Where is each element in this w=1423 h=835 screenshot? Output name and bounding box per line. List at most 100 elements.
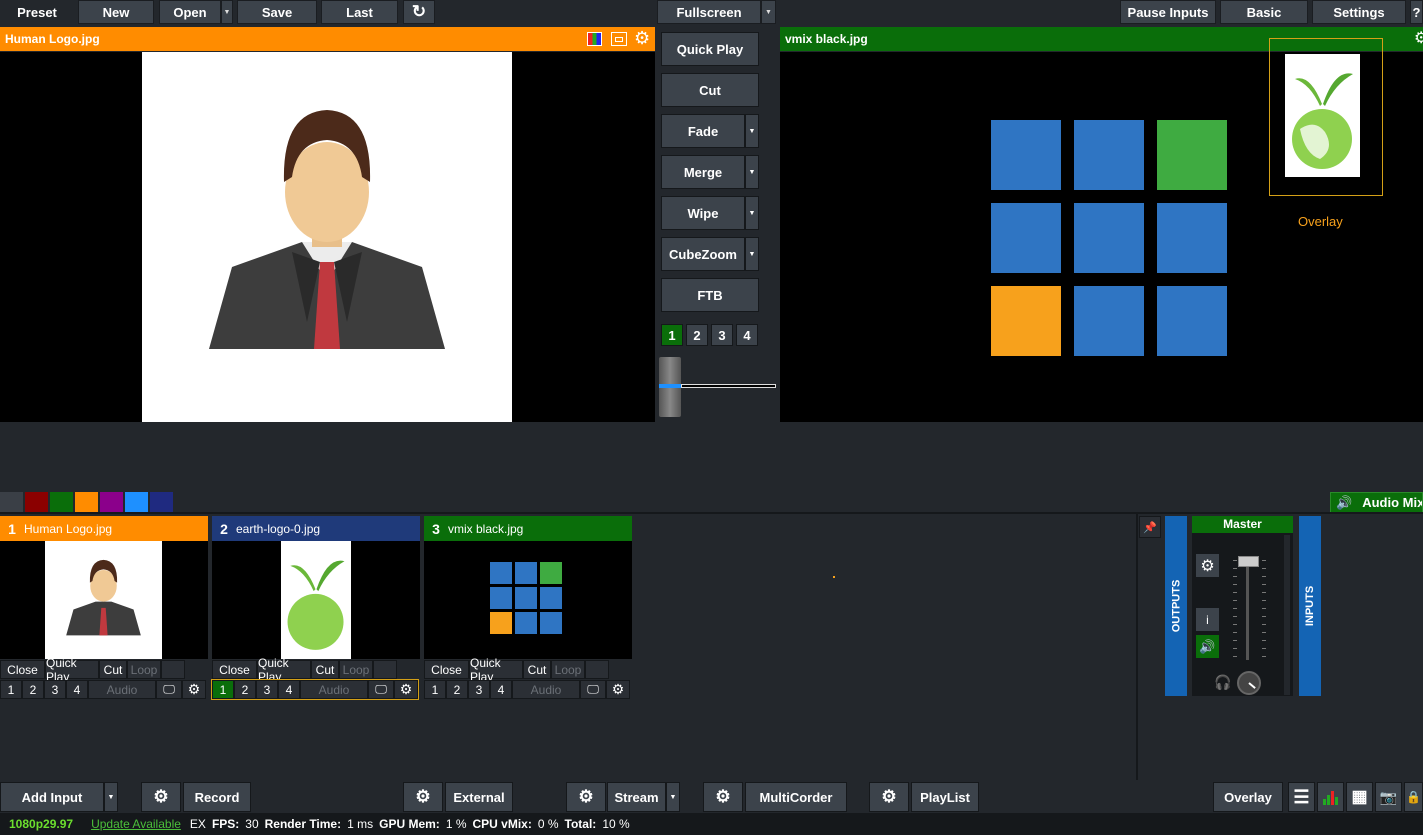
input-card-1[interactable]: 1 Human Logo.jpg xyxy=(0,516,208,659)
input-3-overlay-2-button[interactable]: 2 xyxy=(446,680,468,699)
input-2-overlay-3-button[interactable]: 3 xyxy=(256,680,278,699)
last-button[interactable]: Last xyxy=(321,0,398,24)
add-input-button[interactable]: Add Input xyxy=(0,782,104,812)
gear-icon[interactable]: ⚙ xyxy=(394,680,418,699)
input-1-overlay-1-button[interactable]: 1 xyxy=(0,680,22,699)
multicorder-button[interactable]: MultiCorder xyxy=(745,782,847,812)
transition-1-button[interactable]: 1 xyxy=(661,324,683,346)
input-3-audio-button[interactable]: Audio xyxy=(512,680,580,699)
new-button[interactable]: New xyxy=(78,0,154,24)
merge-dropdown[interactable]: ▼ xyxy=(745,155,759,189)
color-correction-icon[interactable] xyxy=(587,32,602,46)
input-1-blank-button[interactable] xyxy=(161,660,185,679)
update-link[interactable]: Update Available xyxy=(91,817,181,831)
stats-button[interactable] xyxy=(1317,782,1344,812)
multicorder-settings-button[interactable]: ⚙ xyxy=(703,782,743,812)
preset-button[interactable]: Preset xyxy=(0,0,74,24)
overlay-preview-box[interactable] xyxy=(1269,38,1383,196)
input-card-2[interactable]: 2 earth-logo-0.jpg xyxy=(212,516,420,659)
cubezoom-dropdown[interactable]: ▼ xyxy=(745,237,759,271)
input-1-close-button[interactable]: Close xyxy=(0,660,45,679)
input-2-loop-button[interactable]: Loop xyxy=(339,660,373,679)
input-2-overlay-4-button[interactable]: 4 xyxy=(278,680,300,699)
master-info-button[interactable]: i xyxy=(1195,607,1220,632)
merge-button[interactable]: Merge xyxy=(661,155,745,189)
monitor-icon[interactable]: 🖵 xyxy=(368,680,394,699)
gear-icon[interactable]: ⚙ xyxy=(182,680,206,699)
headphones-icon[interactable]: 🎧 xyxy=(1214,674,1231,691)
basic-button[interactable]: Basic xyxy=(1220,0,1308,24)
input-3-quick-play-button[interactable]: Quick Play xyxy=(469,656,523,684)
input-3-cut-button[interactable]: Cut xyxy=(523,660,551,679)
output-gear-icon[interactable]: ⚙ xyxy=(1414,28,1423,48)
input-2-header[interactable]: 2 earth-logo-0.jpg xyxy=(212,516,420,541)
input-1-cut-button[interactable]: Cut xyxy=(99,660,127,679)
add-input-dropdown[interactable]: ▼ xyxy=(104,782,118,812)
input-card-3[interactable]: 3 vmix black.jpg xyxy=(424,516,632,659)
picture-icon[interactable] xyxy=(611,32,627,46)
master-fader-handle[interactable] xyxy=(1238,556,1259,567)
color-filter-swatch[interactable] xyxy=(150,492,173,512)
input-2-overlay-2-button[interactable]: 2 xyxy=(234,680,256,699)
transition-4-button[interactable]: 4 xyxy=(736,324,758,346)
input-3-close-button[interactable]: Close xyxy=(424,660,469,679)
input-1-header[interactable]: 1 Human Logo.jpg xyxy=(0,516,208,541)
input-1-overlay-2-button[interactable]: 2 xyxy=(22,680,44,699)
wipe-button[interactable]: Wipe xyxy=(661,196,745,230)
help-button[interactable]: ? xyxy=(1410,0,1423,24)
external-settings-button[interactable]: ⚙ xyxy=(403,782,443,812)
pin-button[interactable]: 📌 xyxy=(1139,516,1161,538)
menu-button[interactable]: ☰ xyxy=(1288,782,1315,812)
overlay-button[interactable]: Overlay xyxy=(1213,782,1283,812)
color-filter-swatch[interactable] xyxy=(125,492,148,512)
lock-button[interactable]: 🔒 xyxy=(1404,782,1423,812)
preview-gear-icon[interactable]: ⚙ xyxy=(634,28,650,49)
input-1-overlay-3-button[interactable]: 3 xyxy=(44,680,66,699)
stream-button[interactable]: Stream xyxy=(607,782,666,812)
input-3-overlay-1-button[interactable]: 1 xyxy=(424,680,446,699)
color-filter-swatch[interactable] xyxy=(25,492,48,512)
cut-button[interactable]: Cut xyxy=(661,73,759,107)
input-2-quick-play-button[interactable]: Quick Play xyxy=(257,656,311,684)
transition-2-button[interactable]: 2 xyxy=(686,324,708,346)
inputs-tab[interactable]: INPUTS xyxy=(1299,516,1321,696)
gear-icon[interactable]: ⚙ xyxy=(606,680,630,699)
color-filter-swatch[interactable] xyxy=(0,492,23,512)
monitor-icon[interactable]: 🖵 xyxy=(580,680,606,699)
color-filter-swatch[interactable] xyxy=(100,492,123,512)
input-3-thumbnail[interactable] xyxy=(424,541,632,659)
color-filter-swatch[interactable] xyxy=(50,492,73,512)
input-3-overlay-3-button[interactable]: 3 xyxy=(468,680,490,699)
outputs-tab[interactable]: OUTPUTS xyxy=(1165,516,1187,696)
multiview-button[interactable]: ▦ xyxy=(1346,782,1373,812)
input-2-cut-button[interactable]: Cut xyxy=(311,660,339,679)
fade-dropdown[interactable]: ▼ xyxy=(745,114,759,148)
reload-button[interactable]: ↻ xyxy=(403,0,435,24)
input-3-overlay-4-button[interactable]: 4 xyxy=(490,680,512,699)
record-settings-button[interactable]: ⚙ xyxy=(141,782,181,812)
master-mute-button[interactable]: 🔊 xyxy=(1195,634,1220,659)
cubezoom-button[interactable]: CubeZoom xyxy=(661,237,745,271)
record-button[interactable]: Record xyxy=(183,782,251,812)
fade-button[interactable]: Fade xyxy=(661,114,745,148)
input-2-close-button[interactable]: Close xyxy=(212,660,257,679)
input-3-blank-button[interactable] xyxy=(585,660,609,679)
quick-play-button[interactable]: Quick Play xyxy=(661,32,759,66)
headphone-volume-knob[interactable] xyxy=(1237,671,1261,695)
external-button[interactable]: External xyxy=(445,782,513,812)
ftb-button[interactable]: FTB xyxy=(661,278,759,312)
input-2-overlay-1-button[interactable]: 1 xyxy=(212,680,234,699)
pause-inputs-button[interactable]: Pause Inputs xyxy=(1120,0,1216,24)
input-1-audio-button[interactable]: Audio xyxy=(88,680,156,699)
input-1-loop-button[interactable]: Loop xyxy=(127,660,161,679)
snapshot-button[interactable]: 📷 xyxy=(1375,782,1402,812)
audio-mixer-header[interactable]: 🔊 Audio Mixer xyxy=(1330,492,1423,513)
stream-settings-button[interactable]: ⚙ xyxy=(566,782,606,812)
input-1-overlay-4-button[interactable]: 4 xyxy=(66,680,88,699)
input-2-audio-button[interactable]: Audio xyxy=(300,680,368,699)
settings-button[interactable]: Settings xyxy=(1312,0,1406,24)
input-1-thumbnail[interactable] xyxy=(0,541,208,659)
wipe-dropdown[interactable]: ▼ xyxy=(745,196,759,230)
save-button[interactable]: Save xyxy=(237,0,317,24)
open-button[interactable]: Open xyxy=(159,0,221,24)
